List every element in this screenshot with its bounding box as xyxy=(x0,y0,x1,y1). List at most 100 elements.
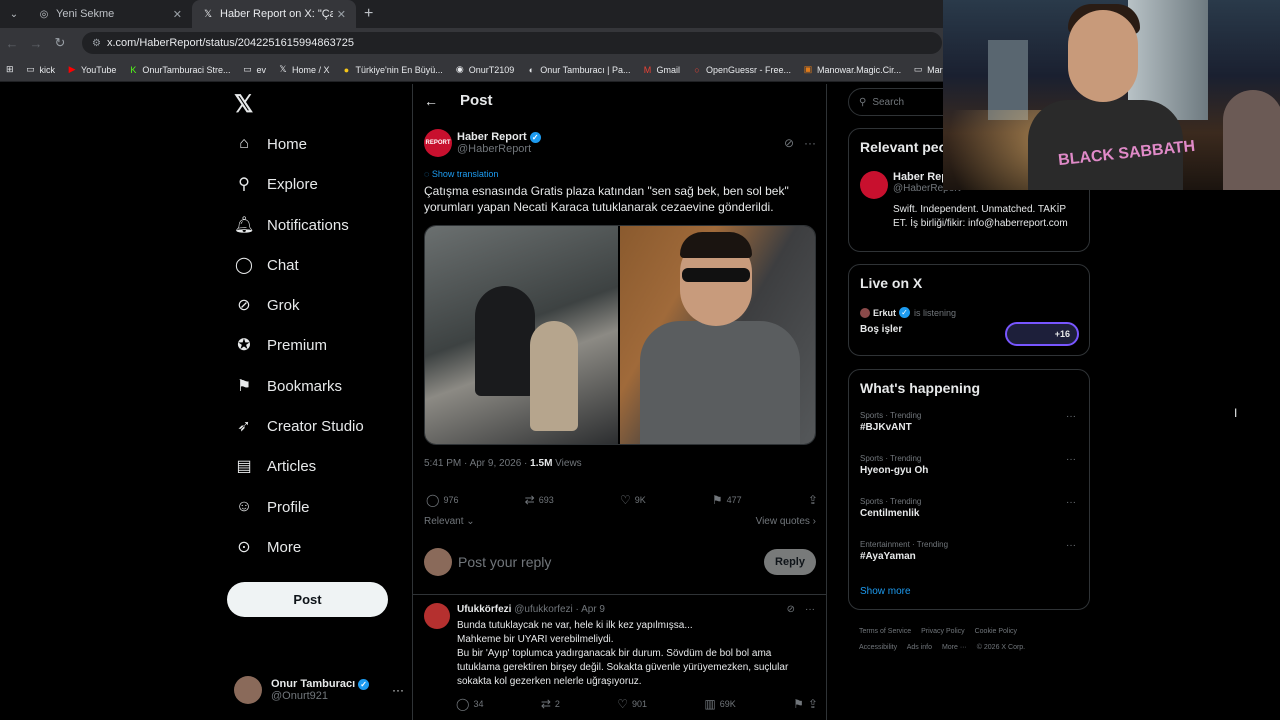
footer-link[interactable]: Cookie Policy xyxy=(975,628,1017,635)
more-icon[interactable]: ··· xyxy=(1066,454,1076,465)
reply-author-handle: @ufukkorfezi · Apr 9 xyxy=(514,604,605,615)
post-media[interactable] xyxy=(424,225,816,445)
reply-action[interactable]: ◯ 976 xyxy=(426,493,458,507)
page-title: Post xyxy=(460,92,493,109)
back-arrow-icon[interactable]: ← xyxy=(424,93,438,109)
bookmark-onurt2109[interactable]: ◉ OnurT2109 xyxy=(455,64,514,75)
account-switcher[interactable]: Onur Tamburacı ✓ @Onurt921 ··· xyxy=(234,674,404,706)
bookmark-openguessr[interactable]: ○ OpenGuessr - Free... xyxy=(692,65,791,75)
repost-action[interactable]: ⇄ 693 xyxy=(525,493,554,507)
nav-home[interactable]: ⌂ Home xyxy=(234,132,307,156)
post-timestamp: 5:41 PM · Apr 9, 2026 · 1.5M Views xyxy=(424,458,582,469)
footer-link[interactable]: Accessibility xyxy=(859,644,897,651)
tab-title: Yeni Sekme xyxy=(56,8,115,20)
nav-notifications[interactable]: 🔔︎ Notifications xyxy=(234,213,349,237)
tab-haber-report[interactable]: 𝕏 Haber Report on X: "Çatışma es ✕ xyxy=(192,0,356,28)
profile-icon: ☺ xyxy=(235,498,253,515)
reply-input[interactable]: Post your reply xyxy=(458,554,764,570)
nav-chat[interactable]: ◯ Chat xyxy=(234,253,299,277)
bookmark-manowar[interactable]: ▣ Manowar.Magic.Cir... xyxy=(803,64,901,75)
grok-icon[interactable]: ⊘ xyxy=(784,136,794,150)
bookmark-ev[interactable]: ▭ ev xyxy=(242,64,266,75)
footer-link[interactable]: More ··· xyxy=(942,644,967,651)
live-on-x-card[interactable]: Live on X Erkut ✓ is listening Boş işler … xyxy=(848,264,1090,356)
views-action[interactable]: ▥ 69K xyxy=(704,697,735,711)
reload-icon[interactable]: ↻ xyxy=(48,35,72,51)
footer-link[interactable]: Terms of Service xyxy=(859,628,911,635)
bookmark-kick[interactable]: ▭ kick xyxy=(26,64,55,75)
grok-icon[interactable]: ⊘ xyxy=(787,604,795,615)
footer-link[interactable]: Ads info xyxy=(907,644,932,651)
nav-explore[interactable]: ⚲ Explore xyxy=(234,172,318,196)
repost-action[interactable]: ⇄ 2 xyxy=(541,697,560,711)
more-icon[interactable]: ··· xyxy=(392,683,404,697)
more-icon[interactable]: ··· xyxy=(1066,411,1076,422)
back-icon[interactable]: ← xyxy=(0,36,24,51)
globe-icon: ◎ xyxy=(39,8,49,20)
reply-author-name[interactable]: Ufukkörfezi xyxy=(457,604,511,615)
trend-item[interactable]: Sports · Trending #BJKvANT ··· xyxy=(860,411,1082,433)
avatar[interactable] xyxy=(424,603,450,629)
listeners-pill[interactable]: +16 xyxy=(1005,322,1079,346)
author-handle[interactable]: @HaberReport xyxy=(457,143,541,155)
reply-actions: ◯ 34 ⇄ 2 ♡ 901 ▥ 69K ⚑ ⇪ xyxy=(426,697,818,711)
apps-icon[interactable]: ⊞ xyxy=(6,64,14,75)
bookmark-onur-tamburaci[interactable]: ◐ Onur Tamburacı | Pa... xyxy=(526,65,631,75)
more-icon[interactable]: ··· xyxy=(804,136,816,150)
more-icon[interactable]: ··· xyxy=(1066,497,1076,508)
bookmark-youtube[interactable]: ▶ YouTube xyxy=(67,64,117,75)
reply-button[interactable]: Reply xyxy=(764,549,816,575)
home-icon: ⌂ xyxy=(239,135,249,152)
share-action[interactable]: ⇪ xyxy=(808,493,818,507)
close-icon[interactable]: ✕ xyxy=(173,8,182,21)
trend-item[interactable]: Entertainment · Trending #AyaYaman ··· xyxy=(860,540,1082,562)
site-icon: ● xyxy=(343,64,350,75)
footer-link[interactable]: Privacy Policy xyxy=(921,628,965,635)
reply-action[interactable]: ◯ 34 xyxy=(456,697,483,711)
sort-dropdown[interactable]: Relevant ⌄ xyxy=(424,516,475,527)
address-bar[interactable]: ⚙ x.com/HaberReport/status/2042251615994… xyxy=(82,32,942,54)
x-logo[interactable]: 𝕏 xyxy=(234,90,253,119)
nav-creator-studio[interactable]: ➶ Creator Studio xyxy=(234,414,363,438)
like-action[interactable]: ♡ 9K xyxy=(620,493,646,507)
like-action[interactable]: ♡ 901 xyxy=(617,697,647,711)
bookmark-turkiye[interactable]: ● Türkiye'nin En Büyü... xyxy=(341,64,443,75)
nav-grok[interactable]: ⊘ Grok xyxy=(234,293,299,317)
trend-item[interactable]: Sports · Trending Centilmenlik ··· xyxy=(860,497,1082,519)
nav-bookmarks[interactable]: ⚑ Bookmarks xyxy=(234,374,342,398)
tab-search-button[interactable]: ⌄ xyxy=(0,0,28,28)
show-more-link[interactable]: Show more xyxy=(860,586,911,597)
media-image-left[interactable] xyxy=(425,226,619,444)
view-quotes-link[interactable]: View quotes › xyxy=(756,516,816,527)
compose-post-button[interactable]: Post xyxy=(227,582,388,617)
trend-item[interactable]: Sports · Trending Hyeon-gyu Oh ··· xyxy=(860,454,1082,476)
divider xyxy=(412,594,827,595)
more-icon[interactable]: ··· xyxy=(1066,540,1076,551)
nav-articles[interactable]: ▤ Articles xyxy=(234,454,316,478)
youtube-icon: ▶ xyxy=(68,64,76,74)
site-info-icon[interactable]: ⚙ xyxy=(92,38,101,49)
nav-more[interactable]: ⊙ More xyxy=(234,535,301,559)
tab-new-tab[interactable]: ◎ Yeni Sekme ✕ xyxy=(28,0,192,28)
close-icon[interactable]: ✕ xyxy=(337,8,346,21)
bookmark-kick-stream[interactable]: K OnurTamburaci Stre... xyxy=(128,65,230,75)
nav-premium[interactable]: ✪ Premium xyxy=(234,333,327,357)
reply-icon: ◯ xyxy=(426,493,440,507)
more-icon[interactable]: ··· xyxy=(805,604,815,615)
author-name[interactable]: Haber Report xyxy=(457,131,527,143)
view-count: 1.5M xyxy=(530,458,553,469)
new-tab-button[interactable]: + xyxy=(364,5,373,23)
nav-profile[interactable]: ☺ Profile xyxy=(234,495,310,519)
share-icon: ⇪ xyxy=(807,493,818,507)
bookmark-action[interactable]: ⚑ 477 xyxy=(712,493,742,507)
bookmark-share[interactable]: ⚑ ⇪ xyxy=(793,697,818,711)
bookmark-gmail[interactable]: M Gmail xyxy=(643,65,680,75)
live-user: Erkut ✓ is listening xyxy=(860,307,956,318)
tab-title: Haber Report on X: "Çatışma es xyxy=(220,8,333,20)
heart-icon: ♡ xyxy=(619,493,631,507)
media-image-right[interactable] xyxy=(620,226,815,444)
forward-icon[interactable]: → xyxy=(24,36,48,51)
show-translation-link[interactable]: ◌ Show translation xyxy=(424,169,498,179)
author-avatar[interactable]: REPORT xyxy=(424,129,452,157)
bookmark-home-x[interactable]: 𝕏 Home / X xyxy=(278,64,329,75)
